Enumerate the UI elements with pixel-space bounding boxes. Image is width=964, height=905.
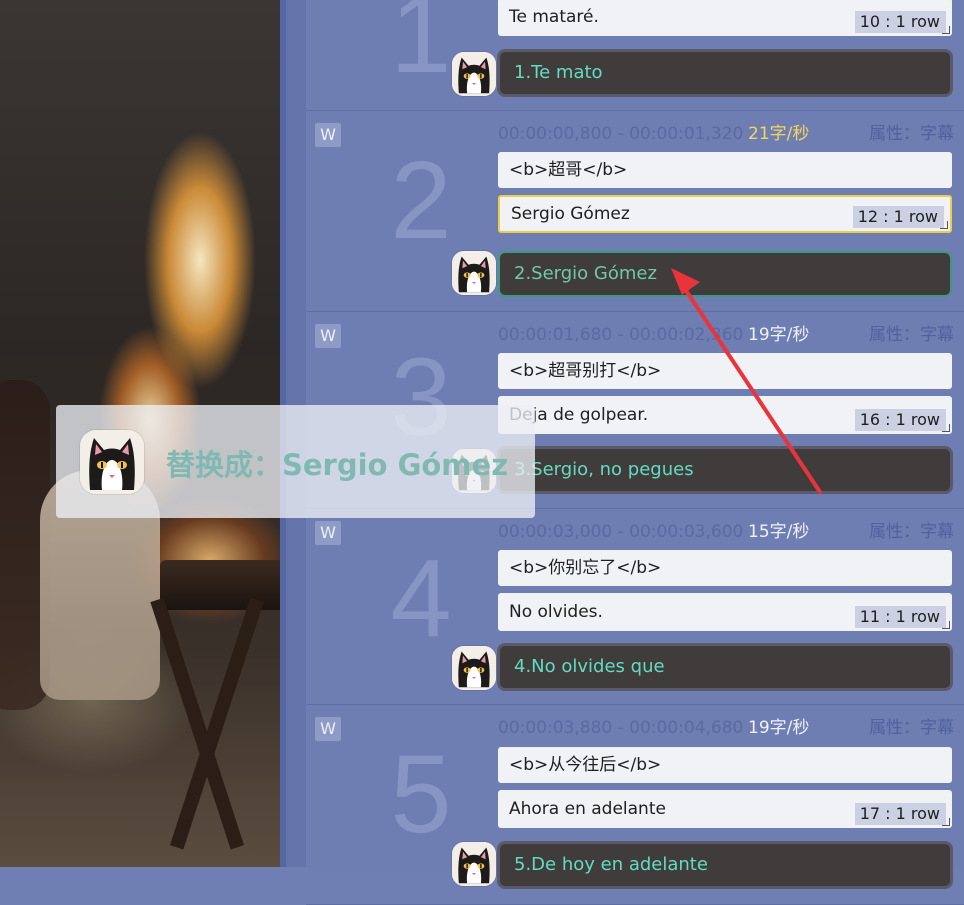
cat-avatar-icon [80,430,144,494]
source-text-field[interactable]: <b>超哥</b> [498,152,952,188]
property-label[interactable]: 属性：字幕 [869,716,954,740]
timecode[interactable]: 00:00:03,000 - 00:00:03,600 [498,520,743,544]
entry-number: 4 [390,537,452,660]
property-label[interactable]: 属性：字幕 [869,323,954,347]
resize-grip-icon[interactable] [942,621,950,629]
timecode[interactable]: 00:00:03,880 - 00:00:04,680 [498,716,743,740]
ai-suggestion[interactable]: 3.Sergio, no pegues [500,449,950,491]
word-toggle-button[interactable]: W [315,324,341,348]
char-rate: 21字/秒 [748,124,810,144]
subtitle-entry[interactable]: W 4 00:00:03,000 - 00:00:03,600 15字/秒 属性… [306,508,964,705]
char-rate: 19字/秒 [748,325,810,345]
target-text: Ahora en adelante [509,799,666,819]
target-text: No olvides. [509,602,603,622]
row-count-badge: 10 : 1 row [854,11,946,33]
ai-suggestion[interactable]: 1.Te mato [500,52,950,94]
subtitle-entry[interactable]: W 2 00:00:00,800 - 00:00:01,320 21字/秒 属性… [306,110,964,312]
char-rate: 15字/秒 [748,522,810,542]
entry-number: 2 [390,139,452,262]
property-label[interactable]: 属性：字幕 [869,520,954,544]
cat-avatar-icon [452,646,496,690]
cat-avatar-icon [452,52,496,96]
resize-grip-icon[interactable] [940,221,948,229]
word-toggle-button[interactable]: W [315,521,341,545]
target-text-field[interactable]: Sergio Gómez 12 : 1 row [498,195,952,233]
cat-avatar-icon [452,842,496,886]
source-text-field[interactable]: <b>你别忘了</b> [498,550,952,586]
word-toggle-button[interactable]: W [315,123,341,147]
resize-grip-icon[interactable] [942,818,950,826]
property-label[interactable]: 属性：字幕 [869,122,954,146]
row-count-badge: 17 : 1 row [854,803,946,825]
toast-message: 替换成：Sergio Gómez [166,448,509,482]
resize-grip-icon[interactable] [942,26,950,34]
timecode[interactable]: 00:00:01,680 - 00:00:02,360 [498,323,743,347]
target-text: Te mataré. [509,7,599,27]
target-text: Sergio Gómez [511,204,630,224]
video-fire-pit-leg [169,597,264,850]
subtitle-entry[interactable]: 1 Te mataré. 10 : 1 row 1.Te mato [306,0,964,111]
ai-suggestion[interactable]: 5.De hoy en adelante [500,844,950,886]
resize-grip-icon[interactable] [942,424,950,432]
source-text-field[interactable]: <b>超哥别打</b> [498,353,952,389]
char-rate: 19字/秒 [748,718,810,738]
ai-suggestion[interactable]: 2.Sergio Gómez [500,253,950,295]
timecode[interactable]: 00:00:00,800 - 00:00:01,320 [498,122,743,146]
replace-toast: 替换成：Sergio Gómez [56,405,535,518]
entry-meta: 00:00:01,680 - 00:00:02,360 19字/秒 属性：字幕 [498,323,964,347]
entry-meta: 00:00:03,880 - 00:00:04,680 19字/秒 属性：字幕 [498,716,964,740]
cat-avatar-icon [452,251,496,295]
target-text-field[interactable]: Deja de golpear. 16 : 1 row [498,396,952,434]
word-toggle-button[interactable]: W [315,717,341,741]
source-text-field[interactable]: <b>从今往后</b> [498,747,952,783]
row-count-badge: 11 : 1 row [854,606,946,628]
video-fire-pit-leg [150,597,245,850]
entry-meta: 00:00:03,000 - 00:00:03,600 15字/秒 属性：字幕 [498,520,964,544]
row-count-badge: 16 : 1 row [854,409,946,431]
target-text-field[interactable]: Te mataré. 10 : 1 row [498,0,952,36]
target-text-field[interactable]: No olvides. 11 : 1 row [498,593,952,631]
entry-number: 5 [390,733,452,856]
ai-suggestion[interactable]: 4.No olvides que [500,646,950,688]
row-count-badge: 12 : 1 row [852,206,944,228]
entry-meta: 00:00:00,800 - 00:00:01,320 21字/秒 属性：字幕 [498,122,964,146]
subtitle-entry[interactable]: W 5 00:00:03,880 - 00:00:04,680 19字/秒 属性… [306,704,964,905]
target-text-field[interactable]: Ahora en adelante 17 : 1 row [498,790,952,828]
